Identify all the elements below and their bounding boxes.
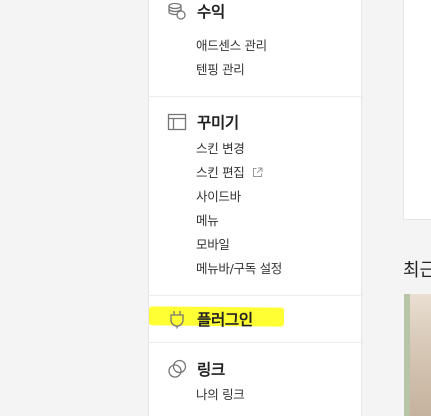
- settings-sidebar: 수익 애드센스 관리 텐핑 관리 꾸미기 스킨 변경 스킨 편집 사이드바 메뉴…: [148, 0, 363, 416]
- section-customize-title: 꾸미기: [197, 114, 239, 132]
- link-rings-icon: [167, 359, 187, 379]
- recent-post-thumbnail[interactable]: [404, 294, 431, 416]
- menu-item-mobile[interactable]: 모바일: [196, 237, 230, 253]
- plug-icon: [167, 309, 187, 329]
- menu-item-skin-edit-label: 스킨 편집: [196, 165, 245, 180]
- layout-icon: [167, 112, 187, 132]
- section-link-title: 링크: [197, 361, 225, 379]
- section-revenue-title: 수익: [197, 3, 225, 21]
- section-plugin-header[interactable]: 플러그인: [167, 308, 253, 330]
- menu-item-menubar-subscribe[interactable]: 메뉴바/구독 설정: [196, 261, 282, 277]
- divider: [149, 295, 363, 296]
- menu-item-skin-change[interactable]: 스킨 변경: [196, 141, 245, 157]
- menu-item-tenping[interactable]: 텐핑 관리: [196, 62, 245, 78]
- section-revenue-header[interactable]: 수익: [167, 0, 225, 22]
- divider: [149, 342, 363, 343]
- menu-item-menu[interactable]: 메뉴: [196, 213, 219, 229]
- menu-item-my-links[interactable]: 나의 링크: [196, 387, 245, 403]
- menu-item-adsense[interactable]: 애드센스 관리: [196, 38, 267, 54]
- section-link-header[interactable]: 링크: [167, 358, 225, 380]
- recent-heading: 최근: [403, 260, 431, 281]
- section-customize-header[interactable]: 꾸미기: [167, 111, 239, 133]
- section-plugin-title: 플러그인: [197, 311, 253, 329]
- menu-item-sidebar[interactable]: 사이드바: [196, 189, 241, 205]
- divider: [149, 96, 363, 97]
- coins-icon: [167, 1, 187, 21]
- menu-item-skin-edit[interactable]: 스킨 편집: [196, 165, 263, 182]
- content-card: [403, 0, 431, 220]
- external-link-icon: [252, 166, 263, 182]
